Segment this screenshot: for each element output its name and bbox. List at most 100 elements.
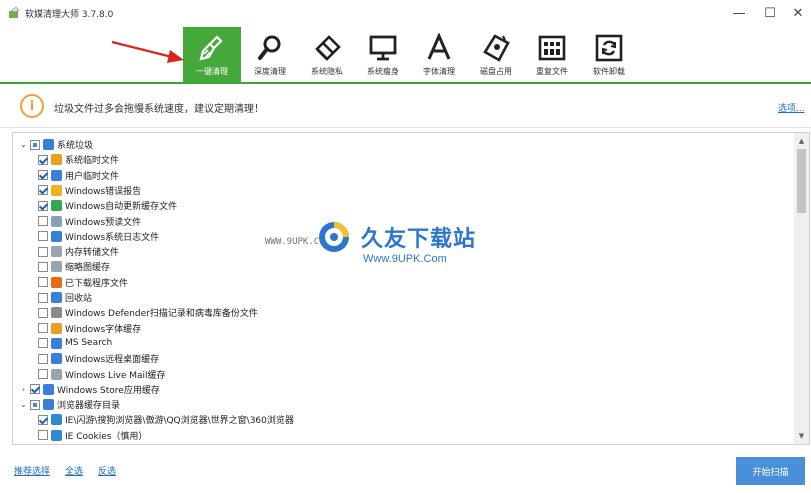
site-watermark: WWW.9UPK.COM 久友下载站 Www.9UPK.Com	[265, 218, 520, 276]
item-checkbox[interactable]	[38, 369, 48, 379]
item-label: 系统临时文件	[65, 156, 120, 167]
tree-row[interactable]: IE\闪游\搜狗浏览器\傲游\QQ浏览器\世界之窗\360浏览器	[38, 412, 294, 427]
tool-label: 字体清理	[423, 67, 455, 76]
tab-system-slim[interactable]: 系统瘦身	[354, 27, 412, 82]
tool-label: 深度清理	[254, 67, 286, 76]
tree-row[interactable]: Windows系统日志文件	[38, 229, 159, 244]
item-type-icon	[51, 200, 62, 212]
item-type-icon	[51, 353, 62, 365]
item-label: Windows Store应用缓存	[57, 385, 160, 396]
main-toolbar: 一键清理 深度清理 系统隐私 系统瘦身 字体清理 磁盘占用 重复文件 软件卸载	[0, 27, 811, 84]
tree-row[interactable]: ⌄ 浏览器缓存目录	[19, 397, 120, 412]
item-type-icon	[51, 261, 62, 273]
tree-row[interactable]: › Windows Store应用缓存	[19, 382, 160, 397]
tab-disk-usage[interactable]: 磁盘占用	[467, 27, 525, 82]
item-checkbox[interactable]	[30, 139, 40, 150]
title-bar: 软媒清理大师 3.7.8.0 — ☐ ✕	[0, 0, 811, 27]
tab-duplicate-files[interactable]: 重复文件	[523, 27, 581, 82]
maximize-button[interactable]: ☐	[755, 0, 785, 27]
item-type-icon	[51, 230, 62, 242]
tree-row[interactable]: 用户临时文件	[38, 168, 119, 183]
start-scan-button[interactable]: 开始扫描	[736, 457, 805, 485]
tree-row[interactable]: Windows自动更新缓存文件	[38, 198, 177, 213]
vertical-scrollbar[interactable]: ▲ ▼	[794, 133, 809, 444]
expand-closed-icon[interactable]: ›	[19, 385, 28, 394]
invert-select-link[interactable]: 反选	[98, 464, 116, 477]
item-label: 缩略图缓存	[65, 263, 111, 274]
item-type-icon	[43, 399, 54, 411]
tool-label: 重复文件	[536, 67, 568, 76]
item-type-icon	[51, 429, 62, 441]
item-checkbox[interactable]	[38, 277, 48, 288]
item-checkbox[interactable]	[38, 292, 48, 303]
tree-row[interactable]: 系统临时文件	[38, 152, 119, 167]
item-checkbox[interactable]	[38, 338, 48, 349]
footer-bar: 推荐选择 全选 反选 开始扫描	[0, 446, 811, 493]
item-checkbox[interactable]	[38, 323, 48, 334]
tree-row[interactable]: 缩略图缓存	[38, 259, 110, 274]
item-type-icon	[51, 169, 62, 181]
tab-software-uninstall[interactable]: 软件卸载	[580, 27, 638, 82]
scroll-up-arrow-icon[interactable]: ▲	[794, 135, 809, 147]
item-label: Windows系统日志文件	[65, 232, 160, 243]
magnifier-icon	[255, 33, 285, 63]
options-link[interactable]: 选项...	[778, 101, 805, 114]
recommend-select-link[interactable]: 推荐选择	[14, 464, 50, 477]
item-checkbox[interactable]	[38, 200, 48, 211]
tree-row[interactable]: Windows Defender扫描记录和病毒库备份文件	[38, 305, 258, 320]
tree-row[interactable]: 已下载程序文件	[38, 275, 128, 290]
close-button[interactable]: ✕	[783, 0, 811, 27]
item-label: IE Cookies（慎用）	[65, 431, 148, 442]
item-checkbox[interactable]	[38, 154, 48, 165]
item-type-icon	[43, 383, 54, 395]
tab-one-click-clean[interactable]: 一键清理	[183, 27, 241, 82]
tree-row[interactable]: Windows Live Mail缓存	[38, 367, 166, 382]
item-checkbox[interactable]	[38, 185, 48, 196]
monitor-icon	[368, 33, 398, 63]
item-label: Windows预读文件	[65, 217, 142, 228]
tree-row[interactable]: MS Search	[38, 336, 112, 351]
cleanup-tree: ⌄ 系统垃圾系统临时文件 用户临时文件 Windows错误报告 Windows自动更新缓…	[12, 132, 810, 445]
tool-label: 一键清理	[196, 67, 228, 76]
broom-icon	[197, 33, 227, 63]
watermark-brand: 久友下载站	[361, 227, 477, 252]
info-message: 垃圾文件过多会拖慢系统速度，建议定期清理！	[54, 104, 264, 115]
item-checkbox[interactable]	[38, 246, 48, 257]
tree-row[interactable]: Windows预读文件	[38, 214, 141, 229]
item-type-icon	[51, 414, 62, 426]
tree-row[interactable]: Windows错误报告	[38, 183, 141, 198]
item-checkbox[interactable]	[38, 353, 48, 364]
item-label: Windows自动更新缓存文件	[65, 202, 178, 213]
tree-row[interactable]: Windows字体缓存	[38, 321, 141, 336]
expand-open-icon[interactable]: ⌄	[19, 400, 28, 409]
item-checkbox[interactable]	[38, 430, 48, 441]
item-checkbox[interactable]	[38, 414, 48, 425]
recycle-icon	[594, 33, 624, 63]
tab-deep-clean[interactable]: 深度清理	[241, 27, 299, 82]
tree-row[interactable]: 回收站	[38, 290, 92, 305]
tab-system-privacy[interactable]: 系统隐私	[298, 27, 356, 82]
window-title: 软媒清理大师 3.7.8.0	[25, 10, 114, 20]
tree-row[interactable]: ⌄ 系统垃圾	[19, 137, 93, 152]
app-logo-icon	[9, 6, 20, 18]
item-checkbox[interactable]	[30, 384, 40, 395]
item-checkbox[interactable]	[30, 399, 40, 410]
expand-open-icon[interactable]: ⌄	[19, 140, 28, 149]
item-label: Windows Defender扫描记录和病毒库备份文件	[65, 309, 258, 320]
tree-row[interactable]: IE Cookies（慎用）	[38, 428, 147, 443]
watermark-logo-icon	[319, 222, 349, 252]
scroll-down-arrow-icon[interactable]: ▼	[794, 430, 809, 442]
item-checkbox[interactable]	[38, 307, 48, 318]
item-label: Windows远程桌面缓存	[65, 355, 160, 366]
item-checkbox[interactable]	[38, 231, 48, 242]
select-all-link[interactable]: 全选	[65, 464, 83, 477]
tab-font-clean[interactable]: 字体清理	[410, 27, 468, 82]
scroll-thumb[interactable]	[797, 149, 806, 213]
item-checkbox[interactable]	[38, 170, 48, 181]
item-checkbox[interactable]	[38, 261, 48, 272]
item-checkbox[interactable]	[38, 216, 48, 226]
item-label: 内存转储文件	[65, 248, 120, 259]
minimize-button[interactable]: —	[724, 0, 754, 27]
tree-row[interactable]: Windows远程桌面缓存	[38, 351, 159, 366]
tree-row[interactable]: 内存转储文件	[38, 244, 119, 259]
